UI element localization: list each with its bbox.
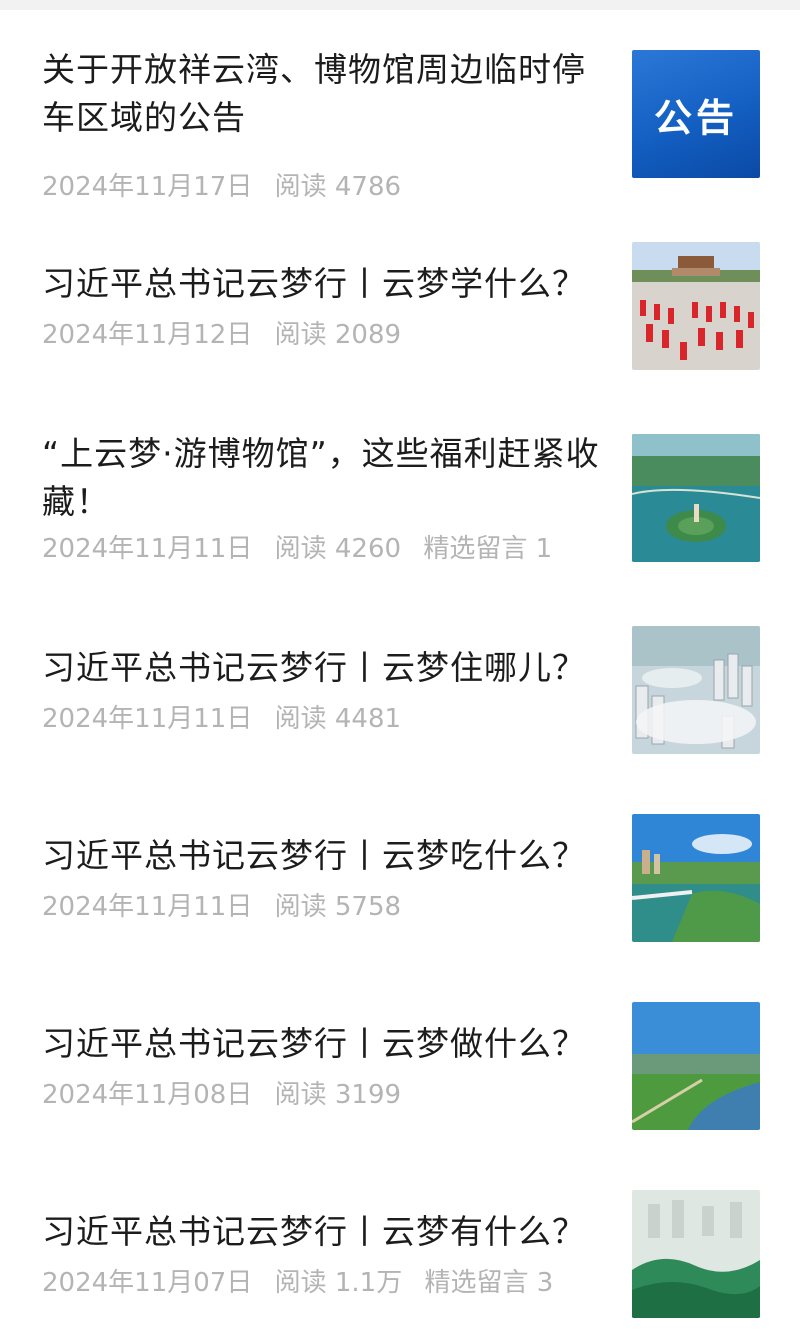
city-fog-photo xyxy=(632,626,760,754)
top-strip xyxy=(0,0,800,10)
bridge-lake-photo xyxy=(632,814,760,942)
article-reads: 阅读 1.1万 xyxy=(274,1268,403,1298)
article-meta: 2024年11月08日 阅读 3199 xyxy=(42,1074,415,1111)
notice-thumbnail-text: 公告 xyxy=(653,95,738,140)
article-reads: 阅读 4481 xyxy=(274,704,402,734)
article-comments: 精选留言 1 xyxy=(423,534,553,564)
lake-island-photo xyxy=(632,434,760,562)
article-item[interactable]: 习近平总书记云梦行丨云梦学什么？ 2024年11月12日 阅读 2089 xyxy=(0,232,800,382)
article-thumbnail[interactable] xyxy=(632,814,760,942)
article-item[interactable]: 习近平总书记云梦行丨云梦有什么？ 2024年11月07日 阅读 1.1万 精选留… xyxy=(0,1180,800,1330)
article-date: 2024年11月12日 xyxy=(42,320,253,350)
misty-forest-photo xyxy=(632,1190,760,1318)
article-title[interactable]: 习近平总书记云梦行丨云梦学什么？ xyxy=(42,260,612,308)
article-date: 2024年11月07日 xyxy=(42,1268,253,1298)
article-title[interactable]: 习近平总书记云梦行丨云梦做什么？ xyxy=(42,1020,612,1068)
article-reads: 阅读 4786 xyxy=(274,172,402,202)
article-title[interactable]: 习近平总书记云梦行丨云梦有什么？ xyxy=(42,1208,612,1256)
article-item[interactable]: 习近平总书记云梦行丨云梦做什么？ 2024年11月08日 阅读 3199 xyxy=(0,992,800,1142)
article-thumbnail[interactable] xyxy=(632,1190,760,1318)
article-thumbnail[interactable]: 公告 xyxy=(632,50,760,178)
square-performers-photo xyxy=(632,242,760,370)
article-reads: 阅读 3199 xyxy=(274,1080,402,1110)
article-thumbnail[interactable] xyxy=(632,626,760,754)
article-title[interactable]: 习近平总书记云梦行丨云梦住哪儿？ xyxy=(42,644,612,692)
article-title[interactable]: “上云梦·游博物馆”，这些福利赶紧收藏！ xyxy=(42,430,612,526)
article-thumbnail[interactable] xyxy=(632,1002,760,1130)
article-meta: 2024年11月12日 阅读 2089 xyxy=(42,314,415,351)
article-item[interactable]: 习近平总书记云梦行丨云梦住哪儿？ 2024年11月11日 阅读 4481 xyxy=(0,616,800,766)
article-reads: 阅读 2089 xyxy=(274,320,402,350)
article-item[interactable]: 习近平总书记云梦行丨云梦吃什么？ 2024年11月11日 阅读 5758 xyxy=(0,804,800,954)
article-title[interactable]: 习近平总书记云梦行丨云梦吃什么？ xyxy=(42,832,612,880)
article-date: 2024年11月11日 xyxy=(42,892,253,922)
article-date: 2024年11月08日 xyxy=(42,1080,253,1110)
article-meta: 2024年11月11日 阅读 4260 精选留言 1 xyxy=(42,528,566,565)
article-date: 2024年11月11日 xyxy=(42,704,253,734)
article-item[interactable]: 关于开放祥云湾、博物馆周边临时停车区域的公告 2024年11月17日 阅读 47… xyxy=(0,40,800,203)
article-item[interactable]: “上云梦·游博物馆”，这些福利赶紧收藏！ 2024年11月11日 阅读 4260… xyxy=(0,424,800,574)
article-title[interactable]: 关于开放祥云湾、博物馆周边临时停车区域的公告 xyxy=(42,46,612,142)
river-park-photo xyxy=(632,1002,760,1130)
article-date: 2024年11月17日 xyxy=(42,172,253,202)
article-meta: 2024年11月11日 阅读 4481 xyxy=(42,698,415,735)
article-meta: 2024年11月11日 阅读 5758 xyxy=(42,886,415,923)
article-comments: 精选留言 3 xyxy=(424,1268,554,1298)
article-date: 2024年11月11日 xyxy=(42,534,253,564)
article-thumbnail[interactable] xyxy=(632,434,760,562)
article-meta: 2024年11月07日 阅读 1.1万 精选留言 3 xyxy=(42,1262,567,1299)
article-reads: 阅读 5758 xyxy=(274,892,402,922)
article-reads: 阅读 4260 xyxy=(274,534,402,564)
article-meta: 2024年11月17日 阅读 4786 xyxy=(42,166,415,203)
article-thumbnail[interactable] xyxy=(632,242,760,370)
